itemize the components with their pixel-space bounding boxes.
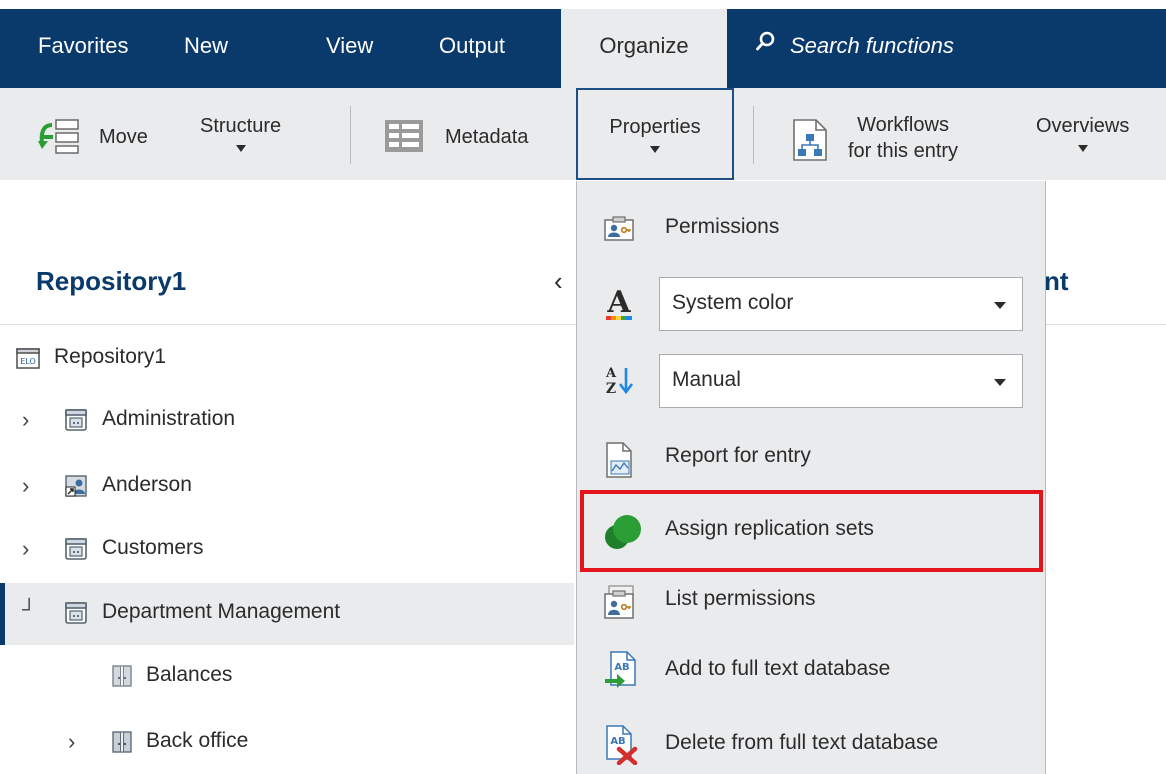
tree-item-label: Repository1 bbox=[54, 345, 167, 368]
tree-item-label: Department Management bbox=[102, 600, 341, 623]
select-value: Manual bbox=[672, 368, 741, 391]
svg-text:ELO: ELO bbox=[20, 357, 36, 366]
list-permissions-icon bbox=[603, 585, 635, 619]
replication-icon bbox=[603, 513, 643, 553]
svg-text:Z: Z bbox=[606, 381, 616, 397]
structure-label: Structure bbox=[200, 115, 282, 137]
properties-label: Properties bbox=[609, 116, 701, 138]
sort-az-icon: AZ bbox=[603, 363, 635, 397]
tree-item-department-management[interactable]: ┘ Department Management bbox=[0, 583, 574, 645]
overviews-button[interactable]: Overviews bbox=[1036, 115, 1129, 152]
sort-order-select[interactable]: Manual bbox=[659, 354, 1023, 408]
metadata-icon bbox=[384, 119, 424, 159]
cabinet-icon bbox=[64, 537, 88, 561]
tree-item-customers[interactable]: › Customers bbox=[0, 519, 574, 581]
chevron-right-icon[interactable]: › bbox=[22, 407, 29, 433]
chevron-right-icon[interactable]: › bbox=[22, 536, 29, 562]
fulltext-delete-icon: AB bbox=[603, 725, 638, 766]
move-icon bbox=[38, 117, 82, 161]
tree-item-label: Balances bbox=[146, 663, 233, 686]
collapse-panel-icon[interactable]: ‹ bbox=[554, 266, 563, 297]
search-functions[interactable]: Search functions bbox=[756, 9, 954, 88]
menu-item-add-to-full-text-database[interactable]: AB Add to full text database bbox=[577, 641, 1045, 701]
chevron-down-icon bbox=[1077, 145, 1088, 152]
sort-row: AZ Manual bbox=[577, 351, 1045, 413]
search-placeholder: Search functions bbox=[790, 33, 954, 58]
select-value: System color bbox=[672, 291, 794, 314]
chevron-right-icon[interactable]: › bbox=[22, 473, 29, 499]
chevron-right-icon[interactable]: › bbox=[68, 729, 75, 755]
metadata-label: Metadata bbox=[445, 126, 529, 148]
svg-text:AB: AB bbox=[614, 662, 629, 673]
report-icon bbox=[603, 442, 635, 478]
tab-new[interactable]: New bbox=[184, 9, 228, 88]
font-color-select[interactable]: System color bbox=[659, 277, 1023, 331]
elo-repository-icon: ELO bbox=[16, 346, 40, 370]
svg-text:AB: AB bbox=[610, 736, 625, 747]
tab-favorites[interactable]: Favorites bbox=[38, 9, 128, 88]
menu-item-label: Delete from full text database bbox=[665, 731, 939, 754]
chevron-down-icon bbox=[235, 145, 246, 152]
menu-item-label: Assign replication sets bbox=[665, 517, 874, 540]
menu-item-delete-from-full-text-database[interactable]: AB Delete from full text database bbox=[577, 715, 1045, 774]
tab-organize[interactable]: Organize bbox=[561, 9, 727, 89]
workflow-icon bbox=[790, 118, 830, 168]
search-icon bbox=[756, 7, 776, 81]
chevron-down-icon bbox=[994, 379, 1006, 386]
fulltext-add-icon: AB bbox=[603, 651, 636, 688]
cabinet-icon bbox=[64, 601, 88, 625]
tab-output[interactable]: Output bbox=[439, 9, 505, 88]
move-label: Move bbox=[99, 126, 148, 148]
menu-item-label: Add to full text database bbox=[665, 657, 891, 680]
tree-item-label: Back office bbox=[146, 729, 249, 752]
properties-dropdown-menu: Permissions A System color AZ Manual Rep… bbox=[576, 181, 1046, 774]
panel-title: Repository1 bbox=[36, 266, 187, 296]
menu-item-label: List permissions bbox=[665, 587, 816, 610]
user-folder-icon bbox=[64, 474, 88, 498]
font-color-icon: A bbox=[603, 285, 635, 320]
tree-item-label: Anderson bbox=[102, 473, 192, 496]
workflows-button[interactable]: Workflows for this entry bbox=[790, 112, 1000, 164]
menu-item-label: Permissions bbox=[665, 215, 780, 238]
properties-button[interactable]: Properties bbox=[576, 88, 734, 180]
menu-item-report-for-entry[interactable]: Report for entry bbox=[577, 428, 1045, 488]
right-panel-title: nt bbox=[1044, 266, 1069, 296]
tree-item-back-office[interactable]: › Back office bbox=[0, 712, 574, 774]
tree-item-repository1[interactable]: ELO Repository1 bbox=[0, 328, 574, 390]
tree-item-administration[interactable]: › Administration bbox=[0, 390, 574, 452]
svg-text:A: A bbox=[605, 366, 617, 381]
chevron-down-icon bbox=[650, 146, 660, 153]
tab-view[interactable]: View bbox=[326, 9, 373, 88]
menu-item-list-permissions[interactable]: List permissions bbox=[577, 571, 1045, 631]
overviews-label: Overviews bbox=[1036, 115, 1130, 137]
menu-item-label: Report for entry bbox=[665, 444, 811, 467]
folder-icon bbox=[110, 664, 134, 688]
tree-item-balances[interactable]: Balances bbox=[0, 646, 574, 708]
collapse-icon[interactable]: ┘ bbox=[22, 599, 36, 622]
tree-item-label: Customers bbox=[102, 536, 204, 559]
menu-item-permissions[interactable]: Permissions bbox=[577, 199, 1045, 259]
ribbon-separator bbox=[753, 106, 754, 164]
folder-icon bbox=[110, 730, 134, 754]
tree-item-anderson[interactable]: › Anderson bbox=[0, 456, 574, 518]
menu-item-assign-replication-sets[interactable]: Assign replication sets bbox=[577, 501, 1045, 561]
tree-item-label: Administration bbox=[102, 407, 236, 430]
cabinet-icon bbox=[64, 408, 88, 432]
svg-text:A: A bbox=[606, 286, 631, 320]
ribbon-separator bbox=[350, 106, 351, 164]
font-color-row: A System color bbox=[577, 274, 1045, 336]
structure-button[interactable]: Structure bbox=[200, 115, 281, 152]
chevron-down-icon bbox=[994, 302, 1006, 309]
permissions-icon bbox=[603, 213, 635, 245]
workflows-label: Workflows for this entry bbox=[848, 114, 959, 162]
